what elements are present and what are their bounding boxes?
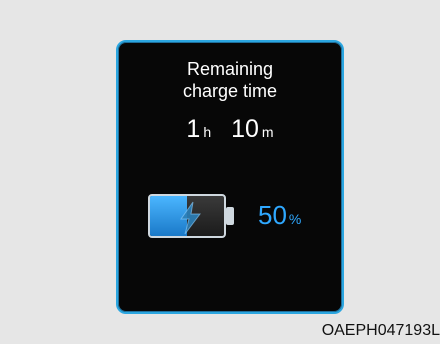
minutes-unit: m: [261, 124, 274, 140]
charge-time-panel: Remaining charge time 1 h 10 m 50%: [116, 40, 344, 314]
percent-unit: %: [288, 211, 302, 227]
charging-bolt-icon: [180, 201, 201, 235]
figure-code: OAEPH047193L: [321, 322, 440, 339]
minutes-value: 10: [231, 115, 259, 143]
hours-value: 1: [186, 115, 201, 143]
remaining-charge-title: Remaining charge time: [118, 58, 342, 102]
title-line-2: charge time: [182, 81, 278, 101]
battery-body: [148, 194, 226, 238]
remaining-time: 1 h 10 m: [118, 115, 342, 143]
battery-terminal: [226, 207, 234, 225]
battery-percentage: 50%: [258, 200, 301, 230]
percent-value: 50: [258, 200, 287, 230]
battery-icon: [148, 194, 234, 238]
hours-unit: h: [203, 124, 212, 140]
title-line-1: Remaining: [186, 59, 274, 79]
